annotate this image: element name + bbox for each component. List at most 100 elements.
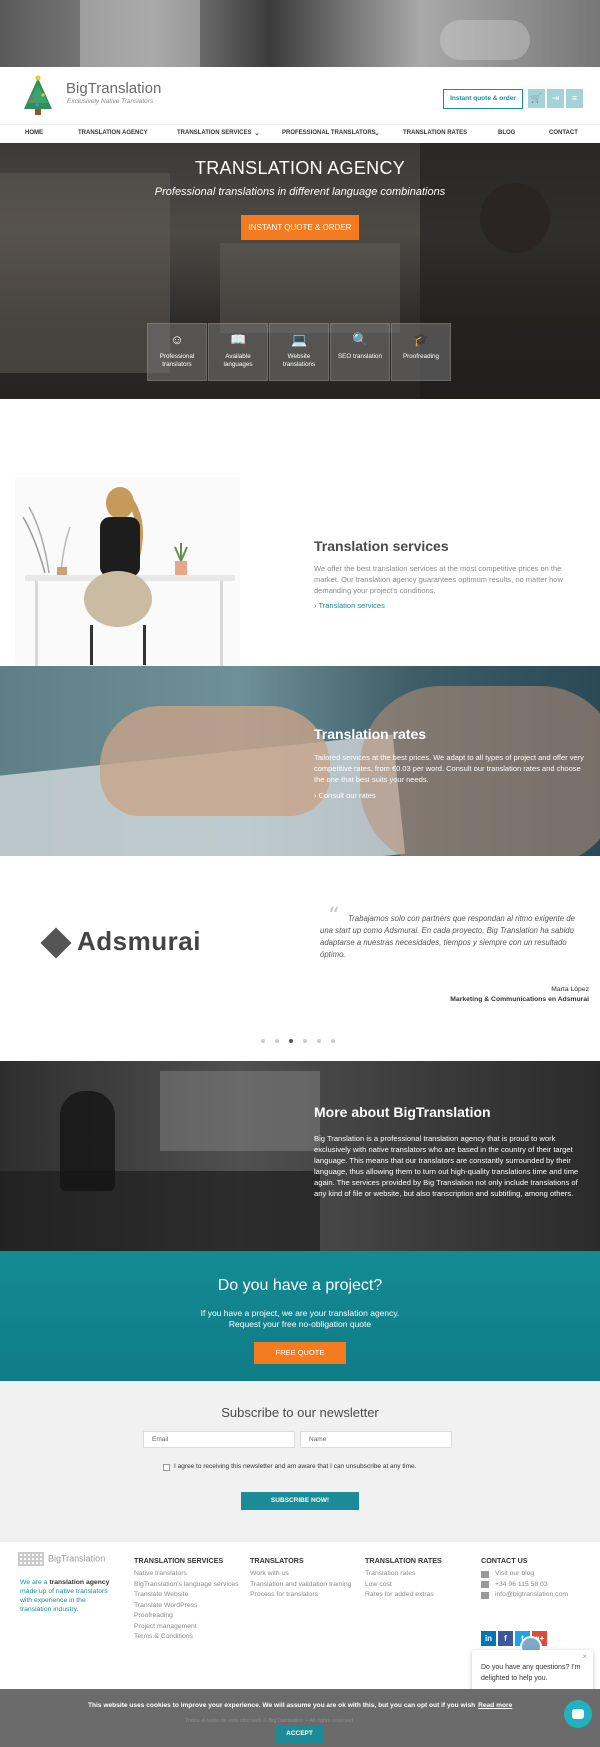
photo-blur (440, 20, 530, 60)
footer-col-translators: TRANSLATORS Work with us Translation and… (250, 1556, 360, 1601)
carousel-dot[interactable] (317, 1039, 321, 1043)
footer-link[interactable]: Project management (134, 1622, 244, 1633)
seo-search-icon: 🔍 (352, 332, 369, 347)
footer-link[interactable]: Native translators (134, 1569, 244, 1580)
chevron-down-icon[interactable]: ⌄ (374, 129, 380, 137)
footer-link[interactable]: Translation and validation training (250, 1580, 360, 1591)
cart-icon[interactable]: 🛒 (528, 89, 545, 108)
contact-email[interactable]: info@bigtranslation.com (481, 1590, 591, 1601)
woman-at-desk-image (15, 477, 240, 666)
author-role: Marketing & Communications en Adsmurai (450, 996, 589, 1003)
subscribe-button[interactable]: SUBSCRIBE NOW! (241, 1492, 359, 1510)
instant-quote-order-button[interactable]: INSTANT QUOTE & ORDER (241, 215, 359, 240)
contact-blog[interactable]: Visit our blog (481, 1569, 591, 1580)
footer-link[interactable]: BigTranslation's language services (134, 1580, 244, 1591)
main-nav: HOME TRANSLATION AGENCY TRANSLATION SERV… (0, 125, 600, 143)
carousel-dots (261, 1039, 335, 1043)
about-text: Big Translation is a professional transl… (314, 1134, 579, 1198)
accept-cookies-button[interactable]: ACCEPT (276, 1725, 323, 1743)
footer-link[interactable]: Translation rates (365, 1569, 475, 1580)
adsmurai-wordmark: Adsmurai (77, 926, 201, 956)
photo-blur (80, 0, 200, 67)
footer-link[interactable]: Proofreading (134, 1611, 244, 1622)
carousel-dot[interactable] (275, 1039, 279, 1043)
brand-title[interactable]: BigTranslation (66, 80, 161, 97)
office-photo (160, 1071, 320, 1151)
linkedin-icon[interactable]: in (481, 1631, 496, 1646)
footer-link[interactable]: Translate WordPress (134, 1601, 244, 1612)
feature-website-translations[interactable]: 💻 Website translations (269, 323, 329, 381)
feature-proofreading[interactable]: 🎓 Proofreading (391, 323, 451, 381)
chat-bubble-icon (572, 1709, 584, 1719)
translator-face-icon: ☺ (170, 332, 184, 347)
laptop-icon: 💻 (291, 332, 308, 347)
project-text-line: If you have a project, we are your trans… (200, 1308, 400, 1318)
translation-rates-section: Translation rates Tailored services at t… (0, 666, 600, 856)
footer-link[interactable]: Rates for added extras (365, 1590, 475, 1601)
free-quote-button[interactable]: FREE QUOTE (254, 1342, 346, 1364)
agree-label: I agree to receiving this newsletter and… (174, 1463, 417, 1470)
footer-link[interactable]: Terms & Conditions (134, 1632, 244, 1643)
about-title: More about BigTranslation (314, 1104, 491, 1120)
language-flag-icon[interactable]: ≡ (566, 89, 583, 108)
carousel-dot[interactable] (261, 1039, 265, 1043)
rates-link[interactable]: › Consult our rates (314, 791, 376, 800)
contact-text: Visit our blog (495, 1570, 535, 1577)
footer-about-bold[interactable]: translation agency (49, 1579, 109, 1586)
services-text: We offer the best translation services a… (314, 564, 563, 595)
footer-logo-text: BigTranslation (48, 1553, 106, 1564)
cookie-text: This website uses cookies to improve you… (88, 1702, 512, 1709)
chat-launcher-button[interactable] (564, 1700, 592, 1728)
rates-title: Translation rates (314, 726, 427, 742)
feature-label: Website (287, 353, 311, 360)
copyright-text: Todos el texto de este sitio web © BigTr… (185, 1718, 354, 1724)
project-text-line: Request your free no-obligation quote (228, 1319, 372, 1329)
footer-logo[interactable]: BigTranslation (18, 1552, 105, 1566)
read-more-link[interactable]: Read more (478, 1702, 512, 1709)
nav-translation-agency[interactable]: TRANSLATION AGENCY (78, 130, 148, 136)
chat-message: Do you have any questions? I'm delighted… (481, 1664, 581, 1682)
login-icon[interactable]: ⇥ (547, 89, 564, 108)
footer-link[interactable]: Translate Website (134, 1590, 244, 1601)
adsmurai-mark-icon (40, 927, 72, 959)
chevron-down-icon[interactable]: ⌄ (254, 129, 260, 137)
carousel-dot[interactable] (331, 1039, 335, 1043)
carousel-dot[interactable] (303, 1039, 307, 1043)
site-header: BigTranslation Exclusively Native Transl… (0, 67, 600, 125)
feature-professional-translators[interactable]: ☺ Professional translators (147, 323, 207, 381)
nav-home[interactable]: HOME (25, 130, 43, 136)
world-map-icon (18, 1552, 44, 1566)
nav-professional-translators[interactable]: PROFESSIONAL TRANSLATORS (282, 130, 376, 136)
hero-title: TRANSLATION AGENCY (194, 158, 406, 178)
project-title: Do you have a project? (217, 1277, 383, 1294)
footer-link[interactable]: Work with us (250, 1569, 360, 1580)
author-name: Marta López (551, 986, 589, 993)
graduation-cap-icon: 🎓 (413, 332, 430, 347)
instant-quote-button[interactable]: Instant quote & order (443, 89, 523, 109)
nav-blog[interactable]: BLOG (498, 130, 515, 136)
nav-translation-rates[interactable]: TRANSLATION RATES (403, 130, 467, 136)
rates-text: Tailored services at the best prices. We… (314, 753, 584, 784)
close-icon[interactable]: × (582, 1652, 587, 1663)
christmas-tree-logo-icon[interactable] (20, 75, 56, 117)
agree-checkbox[interactable] (163, 1464, 170, 1471)
feature-available-languages[interactable]: 📖 Available languages (208, 323, 268, 381)
testimonial-section: Adsmurai “ Trabajamos solo con partners … (0, 856, 600, 1061)
contact-text: info@bigtranslation.com (495, 1591, 569, 1598)
contact-phone[interactable]: +34 96 115 58 03 (481, 1580, 591, 1591)
nav-contact[interactable]: CONTACT (549, 130, 578, 136)
project-cta-section: Do you have a project? If you have a pro… (0, 1251, 600, 1381)
services-link[interactable]: › Translation services (314, 601, 385, 610)
feature-seo-translation[interactable]: 🔍 SEO translation (330, 323, 390, 381)
services-title: Translation services (314, 538, 449, 554)
footer-link[interactable]: Low cost (365, 1580, 475, 1591)
name-field[interactable]: Name (300, 1431, 452, 1448)
office-photo (0, 1171, 320, 1251)
facebook-icon[interactable]: f (498, 1631, 513, 1646)
footer-link[interactable]: Process for translators (250, 1590, 360, 1601)
carousel-dot-active[interactable] (289, 1039, 293, 1043)
nav-translation-services[interactable]: TRANSLATION SERVICES (177, 130, 251, 136)
email-field[interactable]: Email (143, 1431, 295, 1448)
phone-icon (481, 1581, 489, 1589)
chat-popup[interactable]: × Do you have any questions? I'm delight… (472, 1650, 593, 1694)
